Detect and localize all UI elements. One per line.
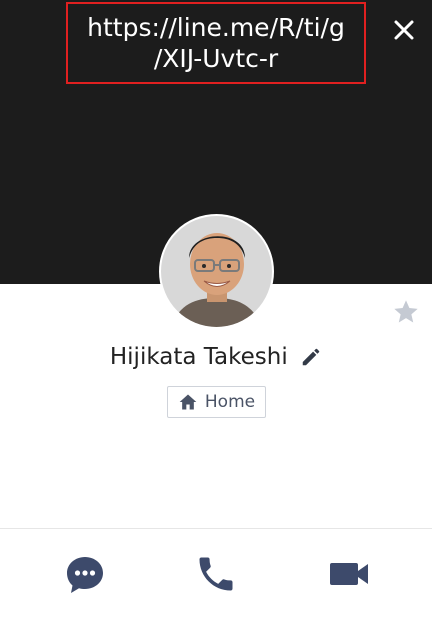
phone-icon (199, 557, 233, 591)
chat-button[interactable] (63, 552, 107, 596)
video-call-button[interactable] (327, 552, 371, 596)
home-icon (179, 394, 197, 410)
home-button[interactable]: Home (167, 386, 266, 418)
voice-call-button[interactable] (194, 552, 238, 596)
url-text-line1: https://line.me/R/ti/g (87, 13, 345, 42)
favorite-star-icon[interactable] (392, 298, 420, 326)
profile-name: Hijikata Takeshi (109, 343, 288, 370)
divider (0, 528, 432, 529)
close-icon[interactable] (390, 16, 418, 44)
home-label: Home (204, 392, 256, 412)
profile-photo (161, 216, 272, 327)
url-highlight-box: https://line.me/R/ti/g /XIJ-Uvtc-r (66, 2, 366, 84)
profile-name-row: Hijikata Takeshi (0, 342, 432, 376)
avatar[interactable] (159, 214, 274, 329)
pencil-icon[interactable] (300, 346, 322, 368)
url-text-line2: /XIJ-Uvtc-r (153, 44, 279, 73)
chat-icon (67, 557, 103, 593)
video-camera-icon (330, 563, 368, 585)
